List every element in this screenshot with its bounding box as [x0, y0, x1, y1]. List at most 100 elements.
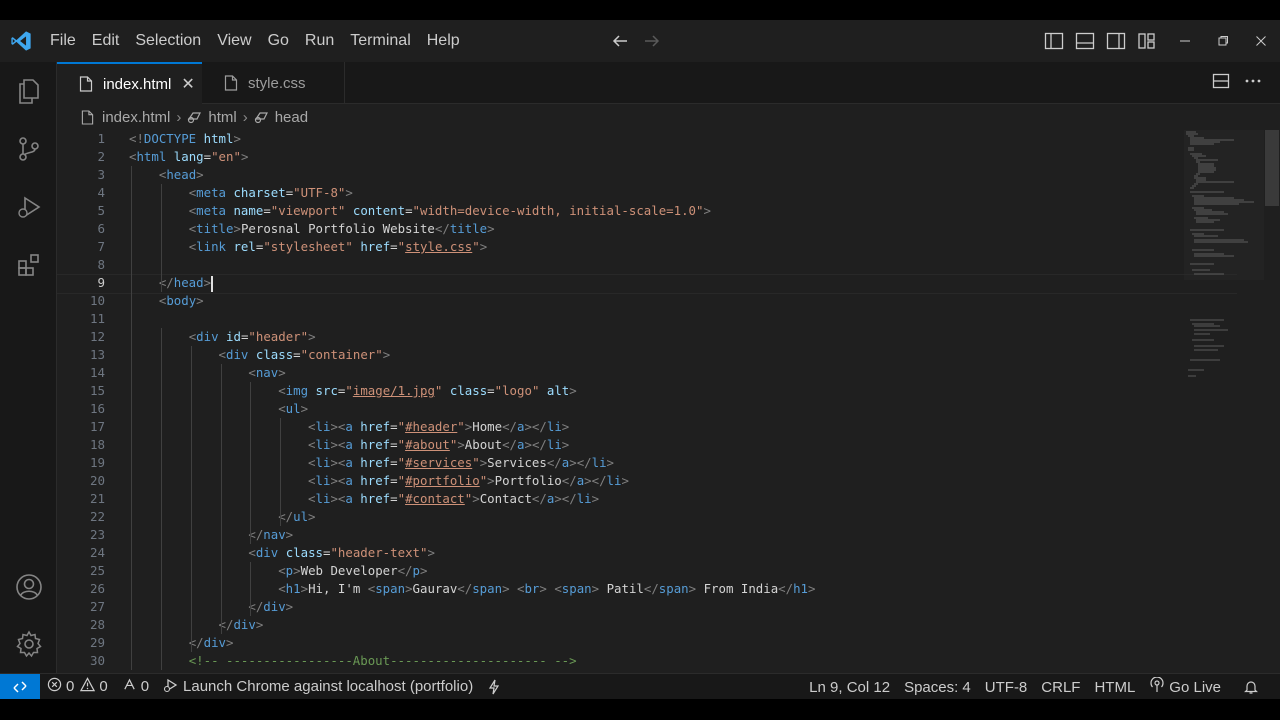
settings-gear-icon[interactable] — [0, 619, 57, 669]
code-line[interactable]: <head> — [129, 166, 1179, 184]
warning-icon — [80, 677, 96, 696]
accounts-icon[interactable] — [0, 562, 57, 612]
code-line[interactable]: <!DOCTYPE html> — [129, 130, 1179, 148]
extensions-icon[interactable] — [0, 240, 57, 290]
code-line[interactable]: <li><a href="#services">Services</a></li… — [129, 454, 1179, 472]
menu-selection[interactable]: Selection — [127, 26, 209, 56]
code-line[interactable]: <nav> — [129, 364, 1179, 382]
code-line[interactable]: <div class="container"> — [129, 346, 1179, 364]
code-token: meta — [196, 203, 226, 218]
code-token: </ — [434, 221, 450, 236]
lightning-icon[interactable] — [480, 674, 508, 700]
toggle-primary-sidebar-icon[interactable] — [1042, 29, 1066, 53]
code-token: span — [658, 581, 689, 596]
breadcrumb-file[interactable]: index.html — [81, 109, 170, 126]
toggle-panel-icon[interactable] — [1073, 29, 1097, 53]
code-line[interactable]: <div class="header-text"> — [129, 544, 1179, 562]
split-editor-icon[interactable] — [1212, 73, 1230, 94]
code-line[interactable]: </ul> — [129, 508, 1179, 526]
code-line[interactable]: <li><a href="#portfolio">Portfolio</a></… — [129, 472, 1179, 490]
code-line[interactable]: <!-- -----------------About-------------… — [129, 652, 1179, 670]
line-number: 15 — [89, 383, 105, 398]
more-actions-icon[interactable] — [1244, 73, 1262, 94]
menu-go[interactable]: Go — [260, 26, 297, 56]
menu-help[interactable]: Help — [419, 26, 468, 56]
explorer-icon[interactable] — [0, 66, 57, 116]
code-line[interactable]: <li><a href="#header">Home</a></li> — [129, 418, 1179, 436]
launch-config[interactable]: Launch Chrome against localhost (portfol… — [156, 674, 480, 700]
code-line[interactable]: <link rel="stylesheet" href="style.css"> — [129, 238, 1179, 256]
editor-actions — [1212, 62, 1262, 104]
encoding[interactable]: UTF-8 — [978, 674, 1035, 700]
code-line[interactable]: <h1>Hi, I'm <span>Gaurav</span> <br> <sp… — [129, 580, 1179, 598]
restore-icon[interactable] — [1204, 20, 1242, 62]
forward-arrow-icon[interactable] — [642, 31, 662, 51]
scrollbar-thumb[interactable] — [1265, 130, 1279, 206]
minimap[interactable] — [1184, 130, 1264, 673]
remote-indicator-icon[interactable] — [0, 673, 40, 700]
vertical-scrollbar[interactable] — [1264, 130, 1280, 673]
tab-index-html[interactable]: index.html ✕ — [57, 62, 202, 104]
minimize-icon[interactable] — [1166, 20, 1204, 62]
code-line[interactable]: </div> — [129, 616, 1179, 634]
toggle-secondary-sidebar-icon[interactable] — [1104, 29, 1128, 53]
code-line[interactable]: <html lang="en"> — [129, 148, 1179, 166]
indentation[interactable]: Spaces: 4 — [897, 674, 978, 700]
code-line[interactable]: <p>Web Developer</p> — [129, 562, 1179, 580]
code-line[interactable]: <meta charset="UTF-8"> — [129, 184, 1179, 202]
line-number: 2 — [97, 149, 105, 164]
code-line[interactable]: </div> — [129, 634, 1179, 652]
menu-run[interactable]: Run — [297, 26, 342, 56]
code-line[interactable]: </div> — [129, 598, 1179, 616]
menu-terminal[interactable]: Terminal — [342, 26, 418, 56]
customize-layout-icon[interactable] — [1135, 29, 1159, 53]
ports-indicator[interactable]: 0 — [115, 674, 156, 700]
breadcrumb-html[interactable]: html — [187, 109, 237, 126]
indent-guide — [160, 328, 162, 670]
end-of-line[interactable]: CRLF — [1034, 674, 1087, 700]
code-line[interactable]: </nav> — [129, 526, 1179, 544]
code-line[interactable] — [129, 256, 1179, 274]
back-arrow-icon[interactable] — [610, 31, 630, 51]
code-line[interactable]: <div id="header"> — [129, 328, 1179, 346]
code-line[interactable]: <body> — [129, 292, 1179, 310]
launch-label: Launch Chrome against localhost (portfol… — [183, 678, 474, 695]
menu-edit[interactable]: Edit — [84, 26, 128, 56]
code-area[interactable]: <!DOCTYPE html> <html lang="en"> <head> <… — [57, 130, 1237, 670]
close-window-icon[interactable] — [1242, 20, 1280, 62]
problems-indicator[interactable]: 0 0 — [40, 674, 115, 700]
run-debug-icon[interactable] — [0, 182, 57, 232]
menu-file[interactable]: File — [42, 26, 84, 56]
code-line[interactable]: <img src="image/1.jpg" class="logo" alt> — [129, 382, 1179, 400]
go-live-button[interactable]: Go Live — [1142, 674, 1228, 700]
code-token: > — [345, 185, 353, 200]
antenna-icon — [122, 677, 137, 696]
code-line[interactable]: </head> — [57, 274, 1237, 294]
code-token: < — [278, 581, 286, 596]
code-token: " — [345, 383, 353, 398]
breadcrumb-head[interactable]: head — [254, 109, 308, 126]
code-editor[interactable]: 1 2 3 4 5 6 7 8 9 10 11 12 13 14 15 16 17 18 19 20 21 22 23 24 2… — [57, 130, 1280, 673]
code-line[interactable] — [129, 310, 1179, 328]
code-line[interactable]: <ul> — [129, 400, 1179, 418]
code-token: > — [226, 635, 234, 650]
code-token: = — [390, 491, 398, 506]
close-tab-icon[interactable]: ✕ — [181, 74, 194, 94]
code-line[interactable]: <li><a href="#contact">Contact</a></li> — [129, 490, 1179, 508]
code-token: Portfolio — [494, 473, 562, 488]
menu-view[interactable]: View — [209, 26, 259, 56]
code-line[interactable]: <meta name="viewport" content="width=dev… — [129, 202, 1179, 220]
code-token: h1 — [285, 581, 301, 596]
language-mode[interactable]: HTML — [1087, 674, 1142, 700]
notifications-bell-icon[interactable] — [1236, 674, 1266, 700]
source-control-icon[interactable] — [0, 124, 57, 174]
cursor-position[interactable]: Ln 9, Col 12 — [802, 674, 897, 700]
code-token: li — [606, 473, 622, 488]
code-line[interactable]: <title>Perosnal Portfolio Website</title… — [129, 220, 1179, 238]
code-line[interactable]: <li><a href="#about">About</a></li> — [129, 436, 1179, 454]
tab-style-css[interactable]: style.css — [202, 62, 345, 104]
